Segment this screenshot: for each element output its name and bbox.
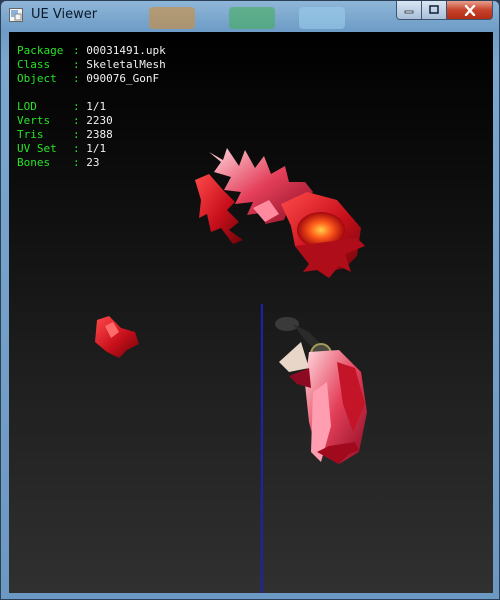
- close-button[interactable]: [447, 1, 493, 20]
- background-blue-tile: [299, 7, 345, 29]
- maximize-icon: [429, 5, 439, 14]
- close-icon: [464, 4, 475, 16]
- background-green-tile: [229, 7, 275, 29]
- mesh-part-upper: [195, 148, 365, 278]
- skeletal-mesh-render: [95, 148, 367, 464]
- render-viewport[interactable]: Package: 00031491.upk Class: SkeletalMes…: [9, 32, 493, 593]
- app-window: UE Viewer Package: 00031491.upk Class: …: [0, 0, 500, 600]
- app-icon: [9, 8, 23, 22]
- mesh-part-fragment: [95, 316, 139, 358]
- minimize-button[interactable]: [396, 1, 422, 20]
- background-orange-tile: [149, 7, 195, 29]
- mesh-part-lower: [275, 317, 367, 464]
- window-title: UE Viewer: [31, 7, 98, 22]
- caption-buttons: [396, 1, 493, 21]
- maximize-button[interactable]: [422, 1, 447, 20]
- minimize-icon: [404, 10, 414, 14]
- title-bar[interactable]: UE Viewer: [1, 1, 499, 31]
